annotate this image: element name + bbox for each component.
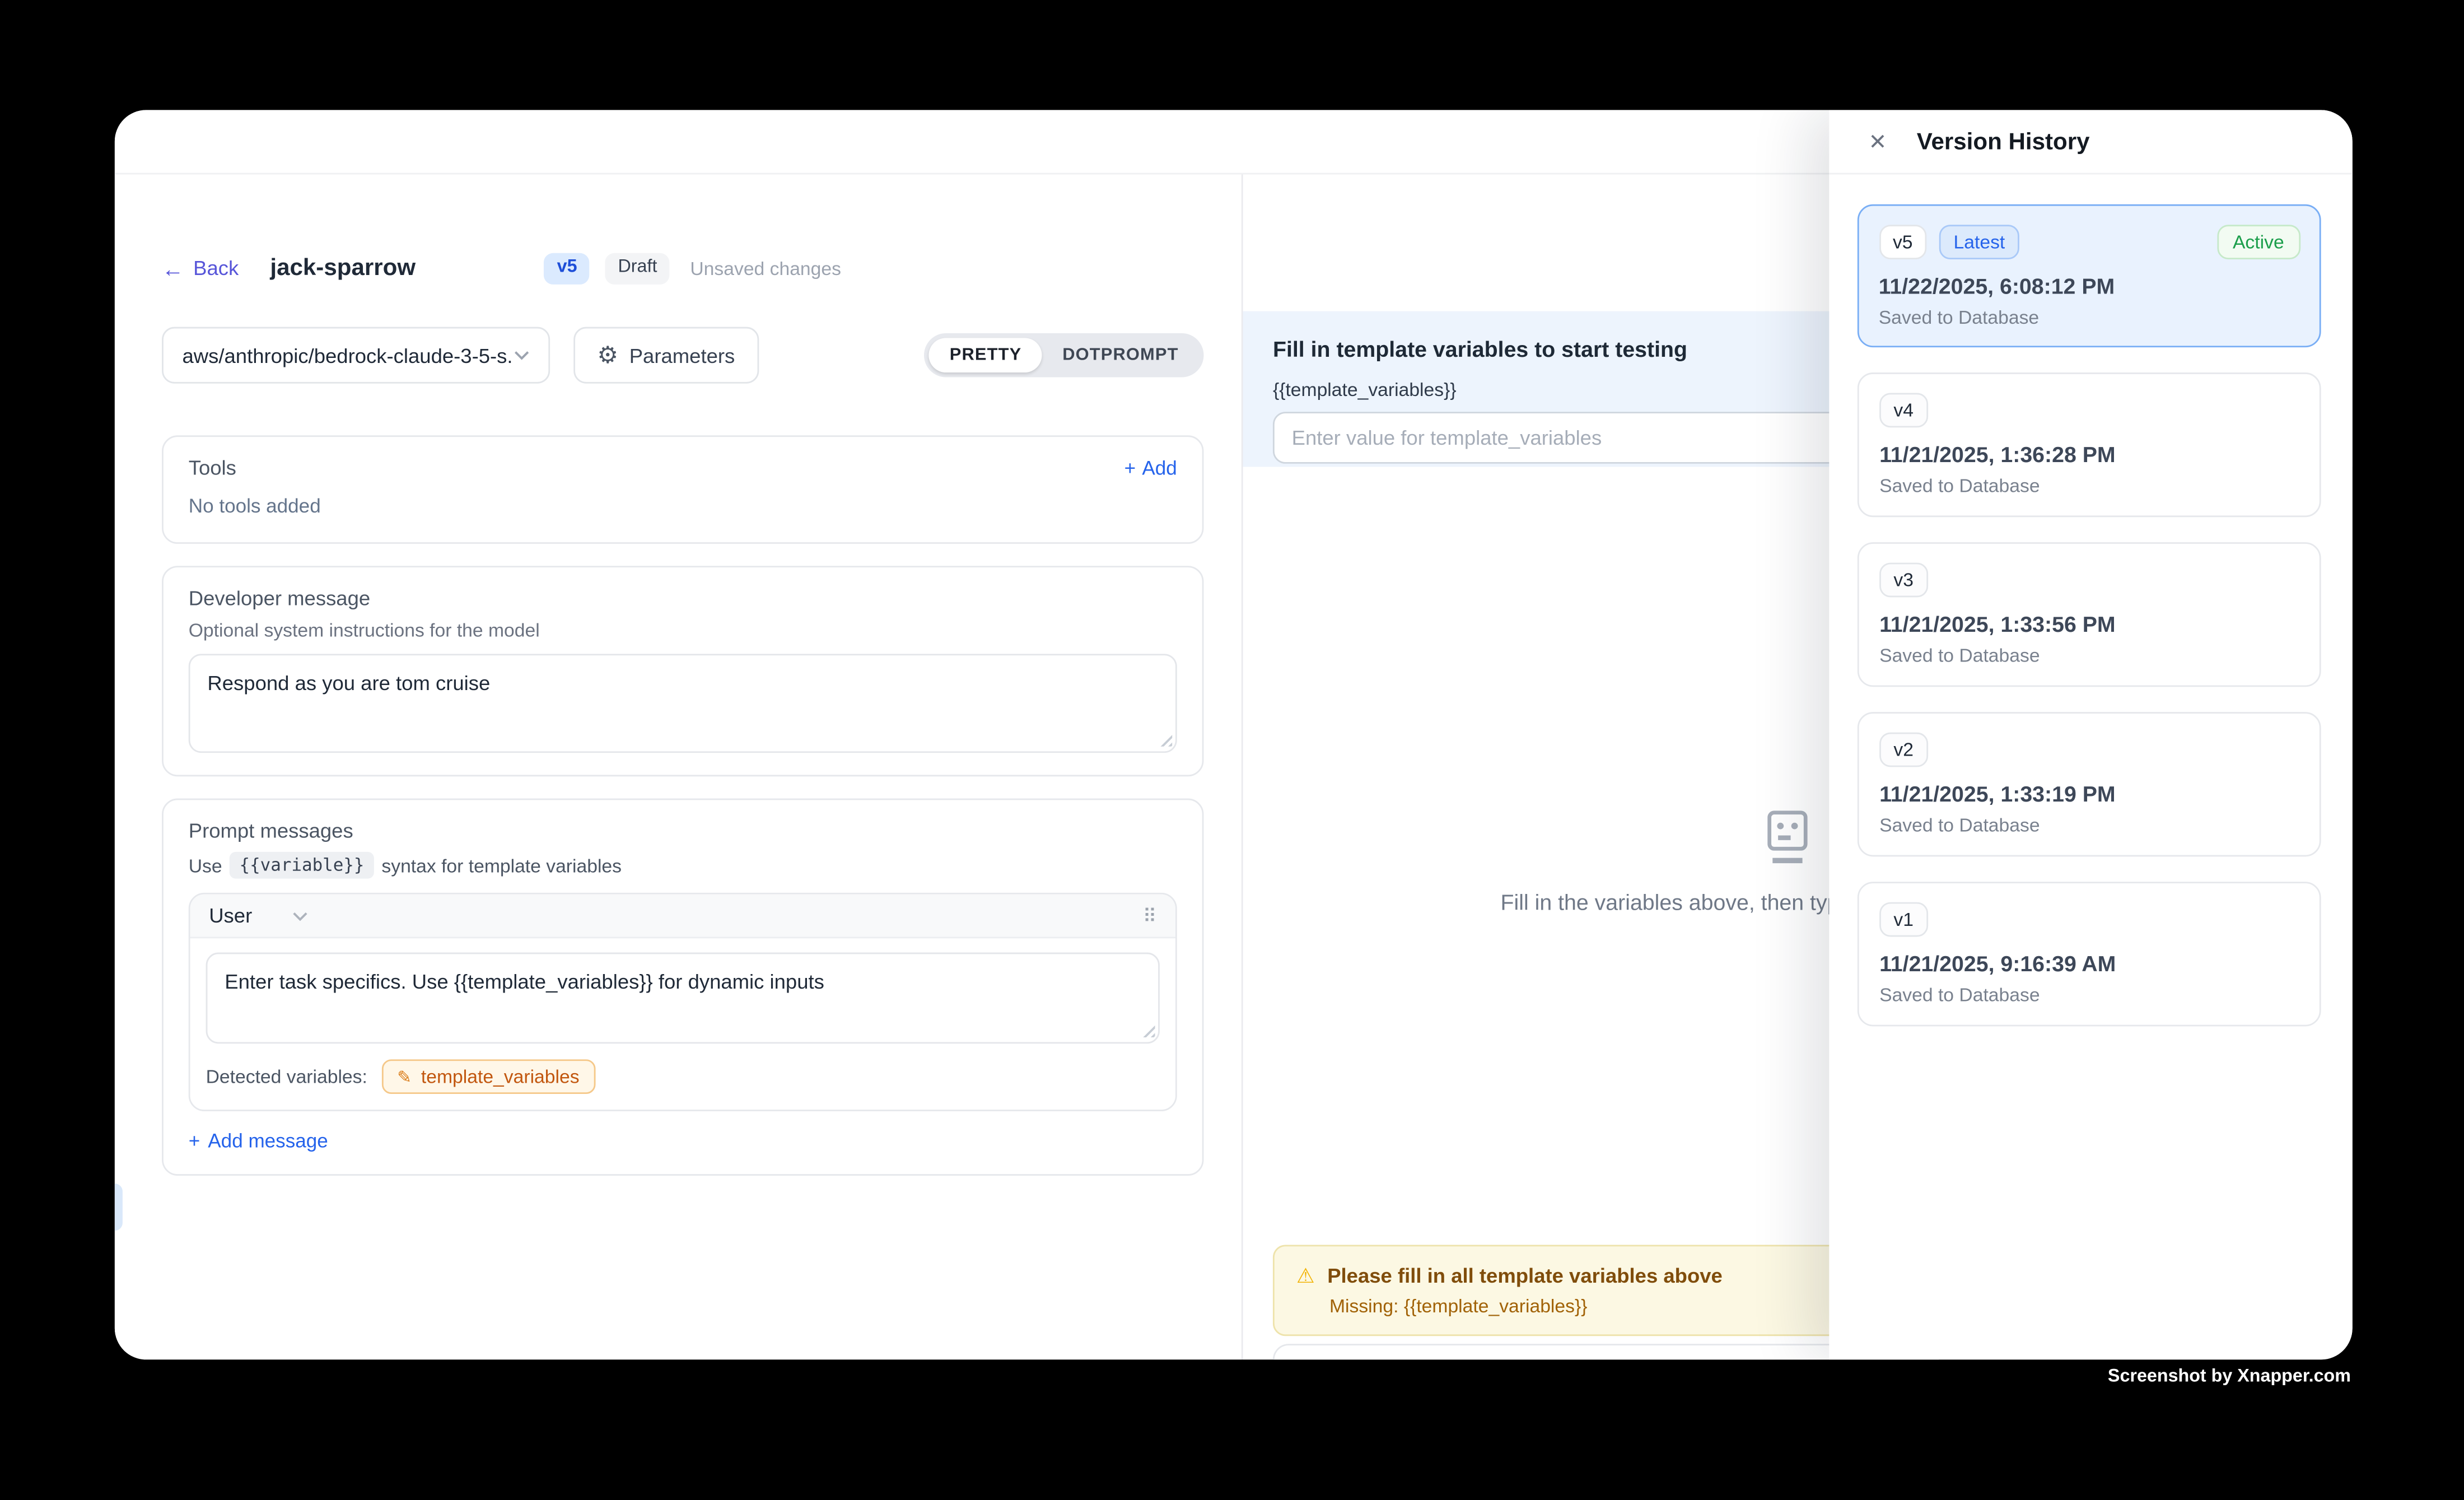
page-title: jack-sparrow [270, 255, 416, 282]
chevron-down-icon [514, 351, 530, 360]
unsaved-changes-label: Unsaved changes [690, 258, 841, 279]
version-number-badge: v2 [1879, 733, 1928, 767]
version-number-badge: v1 [1879, 902, 1928, 937]
prompt-messages-label: Prompt messages [189, 819, 1177, 842]
prompt-messages-hint: Use {{variable}} syntax for template var… [189, 852, 1177, 879]
app-window: ← Back jack-sparrow v5 Draft Unsaved cha… [115, 110, 2353, 1359]
parameters-label: Parameters [629, 343, 735, 367]
version-card-v2[interactable]: v2 11/21/2025, 1:33:19 PM Saved to Datab… [1858, 712, 2321, 856]
message-content-input[interactable]: Enter task specifics. Use {{template_var… [206, 953, 1160, 1044]
back-label: Back [193, 257, 239, 280]
version-timestamp: 11/21/2025, 1:33:19 PM [1879, 781, 2299, 807]
close-icon[interactable]: ✕ [1868, 131, 1887, 152]
title-row: ← Back jack-sparrow v5 Draft Unsaved cha… [162, 253, 841, 284]
version-number-badge: v5 [1879, 224, 1927, 259]
watermark-label: Screenshot by Xnapper.com [2108, 1367, 2351, 1386]
version-status: Saved to Database [1879, 814, 2299, 836]
plus-icon: + [189, 1130, 200, 1152]
version-status: Saved to Database [1879, 306, 2300, 328]
screenshot-stage: ← Back jack-sparrow v5 Draft Unsaved cha… [0, 0, 2464, 1500]
robot-face-icon [1766, 809, 1809, 866]
detected-variables-label: Detected variables: [206, 1066, 367, 1088]
warning-title: Please fill in all template variables ab… [1327, 1264, 1723, 1287]
version-timestamp: 11/21/2025, 1:36:28 PM [1879, 442, 2299, 467]
warning-detail: Missing: {{template_variables}} [1329, 1295, 1916, 1317]
developer-message-hint: Optional system instructions for the mod… [189, 619, 1177, 641]
edge-tab-handle[interactable] [115, 1184, 123, 1231]
version-history-header: ✕ Version History [1829, 110, 2352, 174]
back-button[interactable]: ← Back [162, 257, 239, 280]
tools-label: Tools [189, 456, 236, 479]
tools-card: Tools + Add No tools added [162, 435, 1203, 544]
version-status: Saved to Database [1879, 474, 2299, 496]
message-body: Enter task specifics. Use {{template_var… [190, 938, 1175, 1110]
version-card-v4[interactable]: v4 11/21/2025, 1:36:28 PM Saved to Datab… [1858, 372, 2321, 517]
prompt-editor-panel: ← Back jack-sparrow v5 Draft Unsaved cha… [115, 174, 1242, 1359]
format-toggle-dotprompt[interactable]: DOTPROMPT [1042, 338, 1199, 372]
format-toggle: PRETTY DOTPROMPT [925, 333, 1204, 378]
format-toggle-pretty[interactable]: PRETTY [929, 338, 1042, 372]
model-selector[interactable]: aws/anthropic/bedrock-claude-3-5-s... [162, 327, 550, 384]
drag-handle-icon[interactable]: ⠿ [1143, 905, 1157, 926]
version-badge: v5 [544, 253, 590, 284]
pencil-icon: ✎ [397, 1066, 412, 1087]
latest-badge: Latest [1939, 224, 2019, 259]
detected-variables-row: Detected variables: ✎ template_variables [206, 1059, 1160, 1094]
draft-badge: Draft [605, 253, 670, 284]
version-history-title: Version History [1917, 128, 2090, 155]
active-badge: Active [2217, 224, 2300, 259]
variable-syntax-chip: {{variable}} [230, 852, 374, 879]
developer-message-label: Developer message [189, 586, 1177, 610]
role-selector[interactable]: User [209, 904, 309, 928]
add-message-button[interactable]: + Add message [189, 1130, 328, 1152]
warning-icon: ⚠ [1296, 1265, 1315, 1285]
version-status: Saved to Database [1879, 984, 2299, 1006]
chevron-down-icon [293, 911, 309, 920]
add-tool-button[interactable]: + Add [1124, 456, 1177, 478]
developer-message-card: Developer message Optional system instru… [162, 566, 1203, 776]
developer-message-input[interactable]: Respond as you are tom cruise [189, 654, 1177, 753]
version-card-v3[interactable]: v3 11/21/2025, 1:33:56 PM Saved to Datab… [1858, 542, 2321, 687]
role-value: User [209, 904, 252, 928]
parameters-button[interactable]: ⚙ Parameters [573, 327, 758, 384]
plus-icon: + [1124, 456, 1136, 478]
detected-variable-chip[interactable]: ✎ template_variables [381, 1059, 595, 1094]
version-history-panel: ✕ Version History v5 Latest Active 11/22… [1829, 110, 2352, 1359]
version-timestamp: 11/21/2025, 1:33:56 PM [1879, 612, 2299, 637]
version-number-badge: v3 [1879, 563, 1928, 598]
editor-cards: Tools + Add No tools added Developer mes… [162, 435, 1203, 1198]
version-timestamp: 11/21/2025, 9:16:39 AM [1879, 951, 2299, 976]
version-history-list: v5 Latest Active 11/22/2025, 6:08:12 PM … [1829, 174, 2352, 1026]
message-role-header: User ⠿ [190, 895, 1175, 939]
prompt-message-block: User ⠿ Enter task specifics. Use {{templ… [189, 893, 1177, 1111]
prompt-messages-card: Prompt messages Use {{variable}} syntax … [162, 799, 1203, 1176]
version-timestamp: 11/22/2025, 6:08:12 PM [1879, 273, 2300, 298]
version-number-badge: v4 [1879, 393, 1928, 428]
back-arrow-icon: ← [162, 258, 184, 279]
model-selector-value: aws/anthropic/bedrock-claude-3-5-s... [183, 343, 514, 367]
tools-empty-text: No tools added [189, 495, 1177, 517]
version-card-v5[interactable]: v5 Latest Active 11/22/2025, 6:08:12 PM … [1858, 204, 2321, 347]
version-card-v1[interactable]: v1 11/21/2025, 9:16:39 AM Saved to Datab… [1858, 882, 2321, 1026]
model-toolbar: aws/anthropic/bedrock-claude-3-5-s... ⚙ … [162, 327, 1203, 384]
version-status: Saved to Database [1879, 645, 2299, 667]
gear-icon: ⚙ [597, 343, 618, 367]
